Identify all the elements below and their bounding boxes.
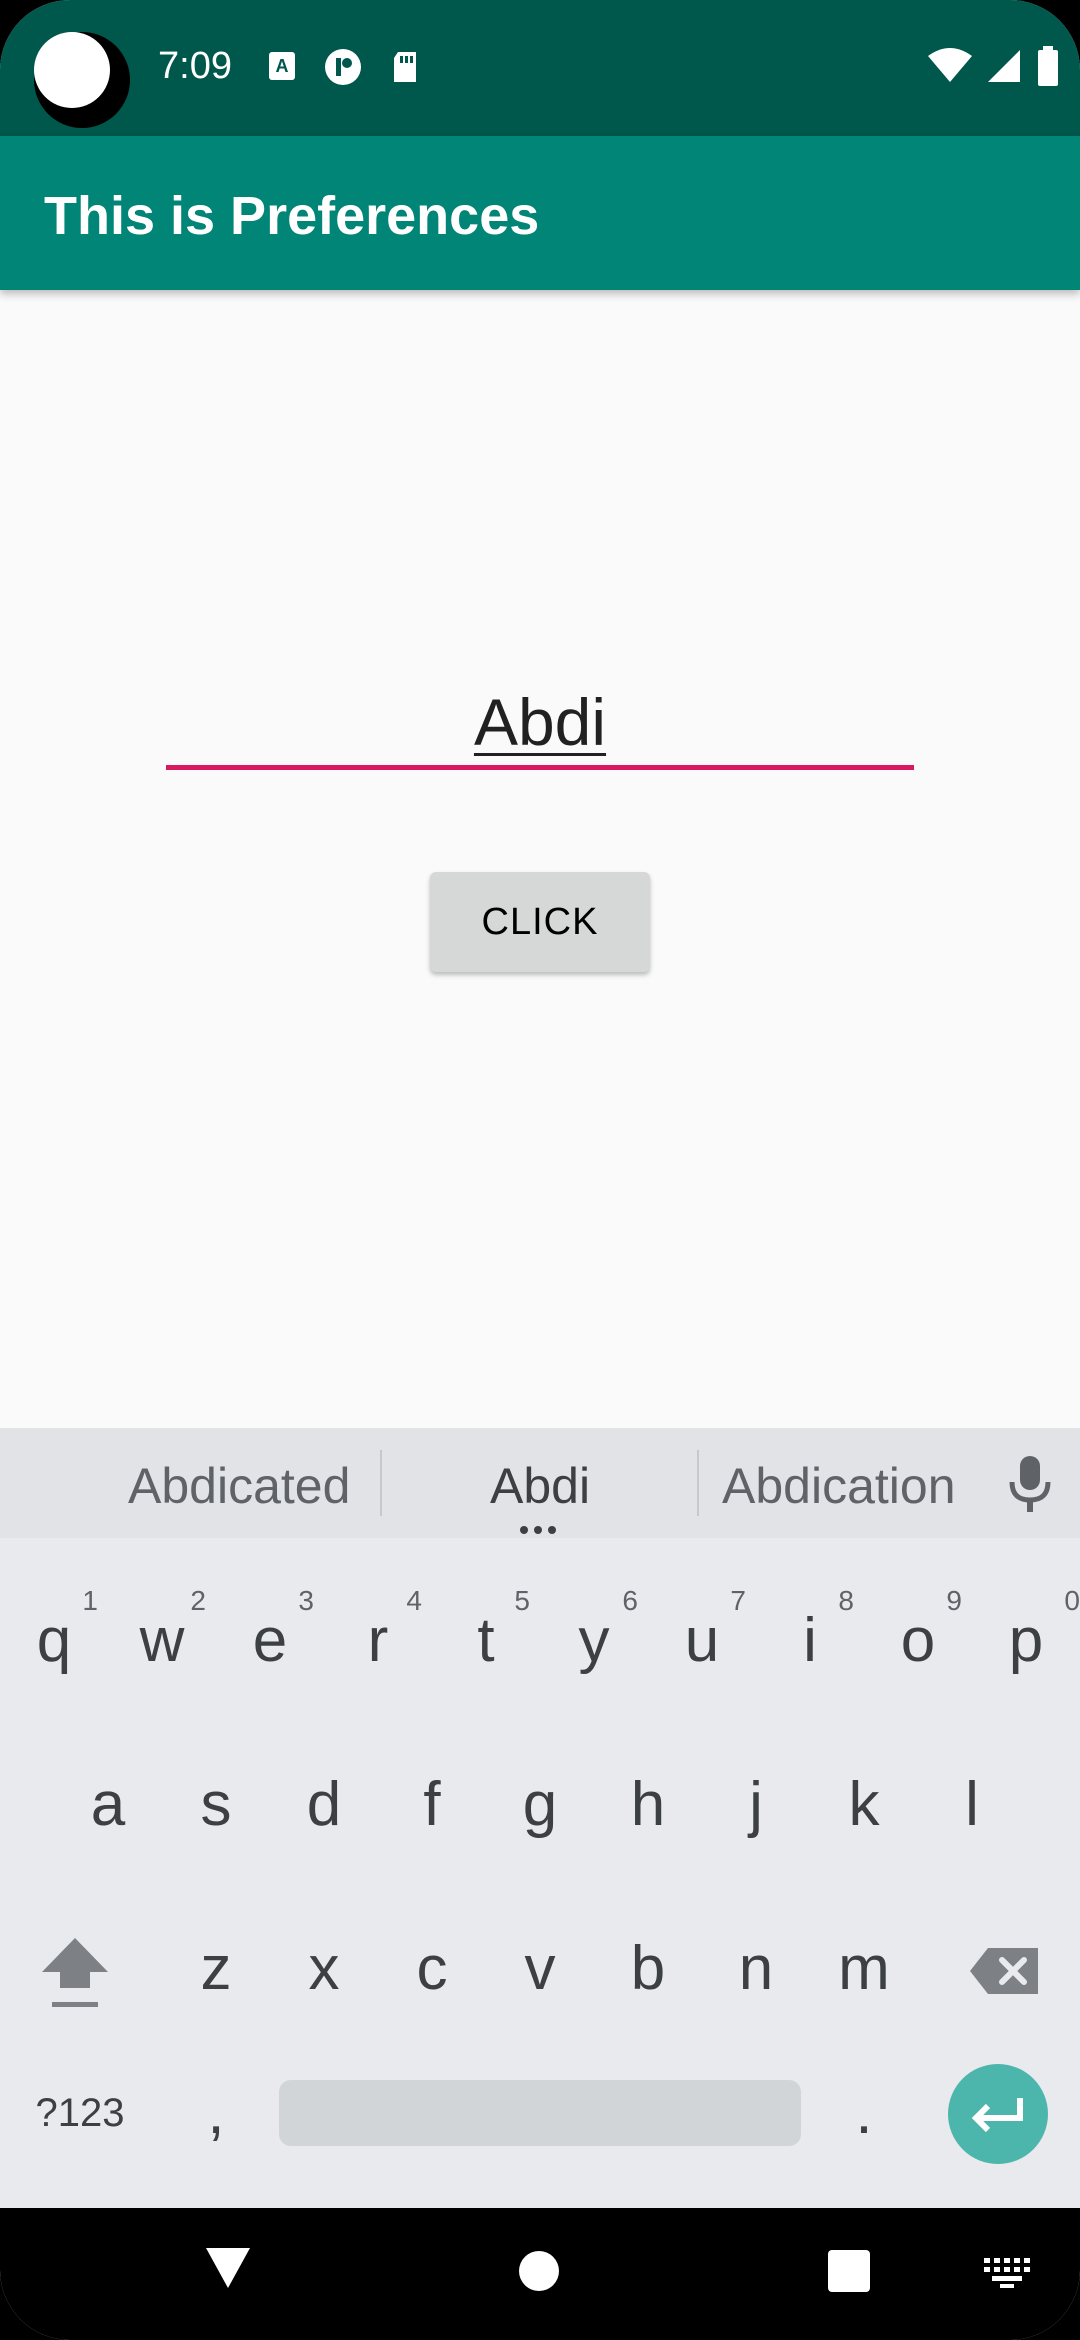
key-o[interactable]: 9o <box>864 1576 972 1706</box>
key-i[interactable]: 8i <box>756 1576 864 1706</box>
key-f[interactable]: f <box>378 1740 486 1870</box>
key-s[interactable]: s <box>162 1740 270 1870</box>
sd-card-icon <box>390 50 420 89</box>
name-input-value: Abdi <box>473 685 607 759</box>
input-underline <box>166 765 914 770</box>
status-icons-right <box>928 45 1060 91</box>
symbols-key[interactable]: ?123 <box>20 2048 140 2178</box>
notification-icon <box>324 48 362 91</box>
suggestion-right[interactable]: Abdication <box>722 1458 956 1514</box>
back-icon[interactable] <box>204 2246 252 2295</box>
key-z[interactable]: z <box>162 1904 270 2034</box>
key-r[interactable]: 4r <box>324 1576 432 1706</box>
microphone-icon[interactable] <box>1006 1454 1054 1519</box>
space-key[interactable] <box>279 2080 801 2146</box>
status-bar: 7:09 A <box>0 0 1080 136</box>
suggestion-center[interactable]: Abdi <box>490 1458 590 1514</box>
key-n[interactable]: n <box>702 1904 810 2034</box>
key-q[interactable]: 1q <box>0 1576 108 1706</box>
suggestion-divider <box>380 1450 382 1516</box>
key-x[interactable]: x <box>270 1904 378 2034</box>
battery-icon <box>1036 45 1060 91</box>
key-g[interactable]: g <box>486 1740 594 1870</box>
name-input[interactable]: Abdi <box>166 670 914 770</box>
key-j[interactable]: j <box>702 1740 810 1870</box>
soft-keyboard: Abdicated Abdi Abdication 1q 2w 3e 4r 5t… <box>0 1428 1080 2208</box>
key-k[interactable]: k <box>810 1740 918 1870</box>
suggestion-left[interactable]: Abdicated <box>128 1458 350 1514</box>
key-v[interactable]: v <box>486 1904 594 2034</box>
key-e[interactable]: 3e <box>216 1576 324 1706</box>
key-a[interactable]: a <box>54 1740 162 1870</box>
recents-icon[interactable] <box>828 2250 870 2297</box>
home-icon[interactable] <box>518 2250 560 2297</box>
status-time: 7:09 <box>158 45 232 87</box>
click-button[interactable]: CLICK <box>430 872 650 972</box>
suggestion-divider <box>697 1450 699 1516</box>
camera-cutout <box>34 32 130 128</box>
key-t[interactable]: 5t <box>432 1576 540 1706</box>
key-u[interactable]: 7u <box>648 1576 756 1706</box>
wifi-icon <box>928 47 972 89</box>
page-title: This is Preferences <box>44 186 540 246</box>
key-y[interactable]: 6y <box>540 1576 648 1706</box>
enter-key[interactable] <box>948 2064 1048 2164</box>
navigation-bar <box>0 2208 1080 2340</box>
key-d[interactable]: d <box>270 1740 378 1870</box>
key-p[interactable]: 0p <box>972 1576 1080 1706</box>
shift-key[interactable] <box>20 1904 130 2034</box>
keyboard-switch-icon[interactable] <box>984 2258 1030 2293</box>
keyboard-a-icon: A <box>268 50 298 89</box>
key-h[interactable]: h <box>594 1740 702 1870</box>
signal-icon <box>986 48 1022 89</box>
period-key[interactable]: . <box>810 2048 918 2178</box>
key-b[interactable]: b <box>594 1904 702 2034</box>
app-bar: This is Preferences <box>0 136 1080 290</box>
backspace-key[interactable] <box>950 1904 1060 2034</box>
key-m[interactable]: m <box>810 1904 918 2034</box>
phone-screen: 7:09 A This is Preferences Abdi CLICK Ab… <box>0 0 1080 2340</box>
key-c[interactable]: c <box>378 1904 486 2034</box>
more-suggestions-dots <box>520 1526 560 1534</box>
comma-key[interactable]: , <box>162 2048 270 2178</box>
key-l[interactable]: l <box>918 1740 1026 1870</box>
suggestion-bar: Abdicated Abdi Abdication <box>0 1428 1080 1538</box>
svg-text:A: A <box>276 56 289 76</box>
key-w[interactable]: 2w <box>108 1576 216 1706</box>
